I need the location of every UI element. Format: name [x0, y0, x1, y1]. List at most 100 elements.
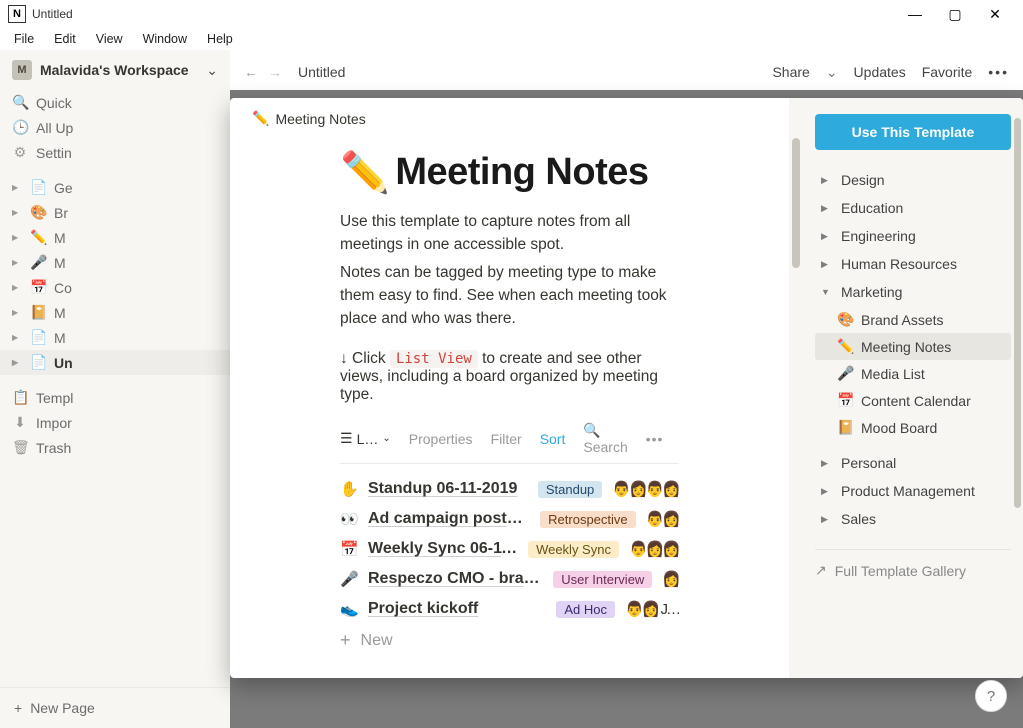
category-label: Human Resources: [841, 256, 957, 272]
sidebar-page[interactable]: ▶🎤M: [0, 250, 230, 275]
nav-forward-button[interactable]: →: [268, 64, 282, 80]
dots-button[interactable]: •••: [646, 431, 664, 447]
sidebar-page[interactable]: ▶📄M: [0, 325, 230, 350]
icon: 📋: [12, 389, 28, 406]
modal-breadcrumb[interactable]: ✏️ Meeting Notes: [230, 98, 789, 139]
app-logo: N: [8, 5, 26, 23]
sort-button[interactable]: Sort: [540, 431, 566, 447]
template-sidebar: Use This Template ▶Design▶Education▶Engi…: [803, 98, 1023, 678]
new-page-button[interactable]: + New Page: [0, 687, 230, 728]
people: 👨👩👩: [629, 540, 679, 558]
template-item[interactable]: 📔Mood Board: [815, 414, 1011, 441]
page-icon: 📄: [30, 329, 46, 346]
triangle-icon[interactable]: ▶: [12, 183, 22, 192]
sidebar-page[interactable]: ▶📄Un: [0, 350, 230, 375]
share-button[interactable]: Share: [772, 64, 809, 80]
tag: Weekly Sync: [528, 541, 619, 558]
table-row[interactable]: ✋Standup 06-11-2019Standup👨👩👨👩: [340, 474, 679, 504]
chevron-down-icon: ⌄: [382, 433, 390, 444]
filter-button[interactable]: Filter: [491, 431, 522, 447]
template-category[interactable]: ▶Product Management: [815, 477, 1011, 505]
modal-scrollbar[interactable]: [789, 98, 803, 678]
nav-back-button[interactable]: ←: [244, 64, 258, 80]
table-row[interactable]: 🎤Respeczo CMO - brand researchUser Inter…: [340, 564, 679, 594]
maximize-button[interactable]: ▢: [935, 0, 975, 28]
menu-view[interactable]: View: [86, 30, 133, 48]
menu-window[interactable]: Window: [133, 30, 197, 48]
table-row[interactable]: 👀Ad campaign postmortemRetrospective👨👩: [340, 504, 679, 534]
triangle-icon[interactable]: ▶: [12, 208, 22, 217]
full-gallery-link[interactable]: ↗ Full Template Gallery: [815, 549, 1011, 579]
table-row[interactable]: 📅Weekly Sync 06-11-2019Weekly Sync👨👩👩: [340, 534, 679, 564]
sidebar-item[interactable]: 📋Templ: [0, 385, 230, 410]
menu-help[interactable]: Help: [197, 30, 243, 48]
template-category[interactable]: ▶Personal: [815, 449, 1011, 477]
sidebar-page[interactable]: ▶📅Co: [0, 275, 230, 300]
template-item[interactable]: 🎨Brand Assets: [815, 306, 1011, 333]
sidebar-page[interactable]: ▶📔M: [0, 300, 230, 325]
page-icon: 📔: [30, 304, 46, 321]
sidebar-page[interactable]: ▶📄Ge: [0, 175, 230, 200]
sidebar-item[interactable]: ⚙Settin: [0, 140, 230, 165]
icon: 🔍: [12, 94, 28, 111]
updates-button[interactable]: Updates: [854, 64, 906, 80]
view-switcher[interactable]: ☰ L… ⌄: [340, 430, 391, 447]
triangle-icon[interactable]: ▶: [12, 258, 22, 267]
sidebar-item[interactable]: 🔍 Quick: [0, 90, 230, 115]
label: Quick: [36, 95, 72, 111]
table-row[interactable]: 👟Project kickoffAd Hoc👨👩 J…: [340, 594, 679, 624]
more-button[interactable]: •••: [988, 64, 1009, 80]
help-button[interactable]: ?: [975, 680, 1007, 712]
sidebar-item[interactable]: ⬇Impor: [0, 410, 230, 435]
template-category[interactable]: ▶Human Resources: [815, 250, 1011, 278]
caret-down-icon[interactable]: ⌄: [826, 64, 838, 81]
template-label: Media List: [861, 366, 925, 382]
template-category[interactable]: ▼Marketing: [815, 278, 1011, 306]
category-label: Personal: [841, 455, 896, 471]
triangle-icon[interactable]: ▶: [12, 283, 22, 292]
page-description-2: Notes can be tagged by meeting type to m…: [340, 261, 679, 331]
template-category[interactable]: ▶Education: [815, 194, 1011, 222]
new-row[interactable]: +New: [340, 624, 679, 657]
row-title: Respeczo CMO - brand research: [368, 570, 543, 588]
menubar: File Edit View Window Help: [0, 28, 1023, 50]
close-button[interactable]: ✕: [975, 0, 1015, 28]
template-item[interactable]: ✏️Meeting Notes: [815, 333, 1011, 360]
people: 👩: [662, 570, 679, 588]
modal-overlay[interactable]: ✏️ Meeting Notes ✏️ Meeting Notes Use th…: [230, 90, 1023, 728]
sidebar-page[interactable]: ▶🎨Br: [0, 200, 230, 225]
titlebar: N Untitled — ▢ ✕: [0, 0, 1023, 28]
minimize-button[interactable]: —: [895, 0, 935, 28]
properties-button[interactable]: Properties: [409, 431, 473, 447]
template-category[interactable]: ▶Sales: [815, 505, 1011, 533]
sidebar-page[interactable]: ▶✏️M: [0, 225, 230, 250]
plus-icon: +: [340, 630, 351, 651]
template-item[interactable]: 🎤Media List: [815, 360, 1011, 387]
triangle-icon[interactable]: ▶: [12, 308, 22, 317]
scroll-thumb[interactable]: [1014, 118, 1021, 508]
menu-edit[interactable]: Edit: [44, 30, 86, 48]
template-category[interactable]: ▶Design: [815, 166, 1011, 194]
sidebar-item[interactable]: 🕒All Up: [0, 115, 230, 140]
triangle-icon[interactable]: ▶: [12, 233, 22, 242]
sidebar-scrollbar[interactable]: [1011, 98, 1023, 678]
content: ← → Untitled Share ⌄ Updates Favorite ••…: [230, 50, 1023, 728]
use-template-button[interactable]: Use This Template: [815, 114, 1011, 150]
tag: Retrospective: [540, 511, 635, 528]
page-icon: 📄: [30, 354, 46, 371]
menu-file[interactable]: File: [4, 30, 44, 48]
db-toolbar: ☰ L… ⌄ Properties Filter Sort 🔍 Search •…: [340, 422, 679, 464]
workspace-switcher[interactable]: M Malavida's Workspace ⌄: [0, 50, 230, 90]
template-item[interactable]: 📅Content Calendar: [815, 387, 1011, 414]
triangle-icon[interactable]: ▶: [12, 358, 22, 367]
tag: Ad Hoc: [556, 601, 615, 618]
sidebar-item[interactable]: 🗑Trash: [0, 435, 230, 460]
breadcrumb-title[interactable]: Untitled: [298, 64, 345, 80]
favorite-button[interactable]: Favorite: [922, 64, 973, 80]
search-button[interactable]: 🔍 Search: [583, 422, 627, 455]
label: Ge: [54, 180, 73, 196]
triangle-icon[interactable]: ▶: [12, 333, 22, 342]
template-category[interactable]: ▶Engineering: [815, 222, 1011, 250]
scroll-thumb[interactable]: [792, 138, 800, 268]
page-title-text: Meeting Notes: [395, 151, 648, 194]
